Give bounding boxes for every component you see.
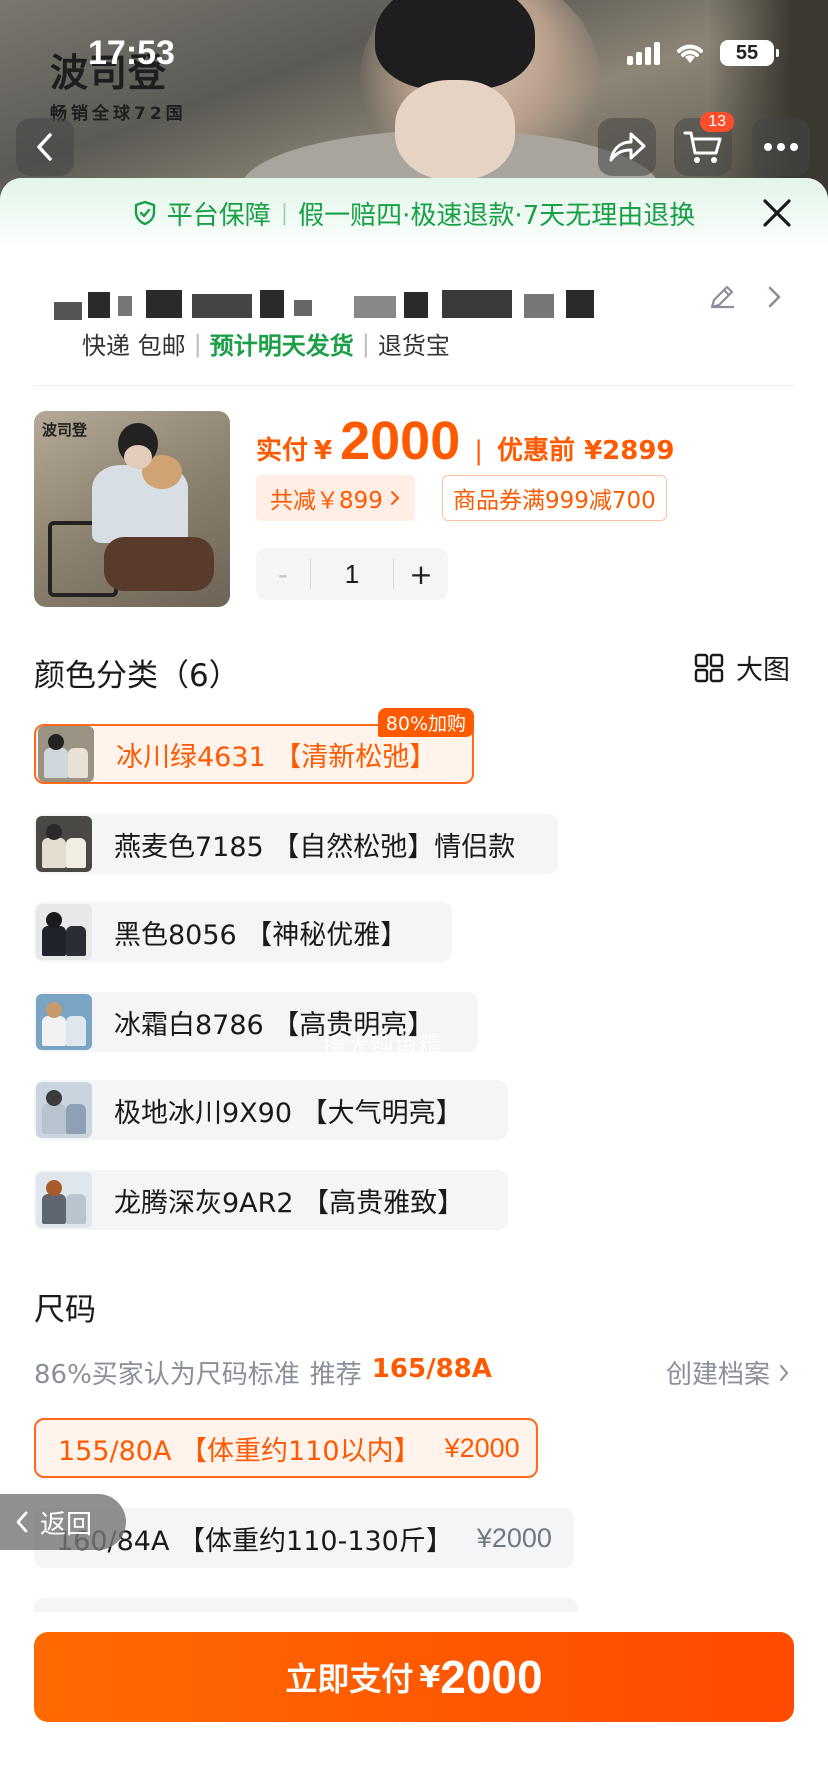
brand-slogan: 畅销全球72国 [50,104,187,124]
color-option-thumbnail [36,1082,92,1138]
guarantee-items: 假一赔四·极速退款·7天无理由退换 [298,200,696,231]
price-sep: | [474,436,484,466]
chevron-right-icon [390,491,400,505]
color-option-thumbnail [38,726,94,782]
status-icons: 55 [627,40,779,66]
cart-button[interactable]: 13 [674,112,734,176]
increase-button[interactable]: + [394,558,448,591]
cart-icon [683,131,722,163]
add-to-cart-rate-badge: 80%加购 [377,708,474,737]
back-button[interactable] [16,118,74,176]
size-option-price: ¥2000 [444,1432,520,1463]
size-option-label: 155/80A 【体重约110以内】 [58,1435,421,1467]
price-amount: 2000 [340,411,461,471]
color-option[interactable]: 龙腾深灰9AR2 【高贵雅致】 [34,1170,508,1230]
color-option[interactable]: 冰川绿4631 【清新松弛】 80%加购 [34,708,474,784]
original-price: 优惠前 ¥2899 [497,436,675,466]
color-option-label: 龙腾深灰9AR2 【高贵雅致】 [114,1187,465,1219]
color-option-thumbnail [36,1172,92,1228]
status-time: 17:53 [88,34,175,72]
color-section-title: 颜色分类（6） [34,658,240,694]
cart-count-badge: 13 [700,112,734,132]
shipping-return-insurance: 退货宝 [377,332,450,360]
floating-back-button[interactable]: 返回 [0,1494,126,1550]
size-option[interactable]: 155/80A 【体重约110以内】 ¥2000 [34,1418,538,1478]
color-option[interactable]: 燕麦色7185 【自然松弛】情侣款 [34,814,558,874]
chevron-left-icon [16,1511,28,1533]
size-tip: 86%买家认为尺码标准 推荐 165/88A [34,1354,492,1391]
hero-hat [375,0,535,90]
product-thumbnail[interactable]: 波司登 [34,411,230,607]
big-image-toggle[interactable]: 大图 [694,648,790,687]
floating-back-label: 返回 [40,1509,93,1540]
discount-tag[interactable]: 共减￥899 [256,475,415,521]
watermark-text: 搜大纯鱼精 [322,1032,442,1060]
size-tip-text: 86%买家认为尺码标准 [34,1360,300,1390]
price-currency: ¥ [314,436,333,466]
create-profile-link[interactable]: 创建档案 [666,1354,790,1391]
pay-button-label: 立即支付 [285,1660,414,1698]
color-option[interactable]: 极地冰川9X90 【大气明亮】 [34,1080,508,1140]
color-option-label: 黑色8056 【神秘优雅】 [114,919,408,951]
size-option-price: ¥2000 [476,1522,552,1553]
shipping-sep: | [193,329,202,358]
pay-button-amount: 2000 [440,1651,543,1703]
shipping-sep: | [361,329,370,358]
address-chevron-icon[interactable] [765,283,785,311]
big-image-label: 大图 [736,655,790,686]
pay-now-button[interactable]: 立即支付 ¥ 2000 [34,1632,794,1722]
color-option-label: 极地冰川9X90 【大气明亮】 [114,1097,463,1129]
address-redacted[interactable] [54,288,654,328]
quantity-stepper: - 1 + [256,548,448,600]
chevron-right-icon [780,1364,789,1381]
size-recommend-label: 推荐 [309,1360,362,1390]
color-option-thumbnail [36,994,92,1050]
color-option[interactable]: 黑色8056 【神秘优雅】 [34,902,452,962]
guarantee-title: 平台保障 [166,200,271,231]
signal-icon [627,41,660,65]
discount-text: 共减￥899 [270,488,383,514]
pay-button-currency: ¥ [419,1659,441,1695]
grid-icon [694,653,724,682]
battery-icon: 55 [720,40,779,66]
shipping-info: 快递 包邮 | 预计明天发货 | 退货宝 [82,326,450,361]
share-icon [609,132,646,162]
hero-face [395,80,515,180]
sku-selection-sheet: 平台保障 | 假一赔四·极速退款·7天无理由退换 快递 包邮 | 预计明天发货 … [0,178,828,1792]
shield-check-icon [134,200,155,226]
price-row: 实付 ¥ 2000 | 优惠前 ¥2899 [256,410,675,472]
pay-label: 实付 [256,436,309,466]
chevron-left-icon [37,133,52,161]
guarantee-separator: | [280,200,289,226]
create-profile-label: 创建档案 [665,1360,770,1390]
close-icon[interactable] [760,196,794,230]
divider [34,385,794,386]
shipping-delivery-estimate: 预计明天发货 [209,332,354,360]
wifi-icon [677,44,703,63]
color-option-thumbnail [36,816,92,872]
edit-address-icon[interactable] [708,283,736,311]
quantity-value[interactable]: 1 [310,559,394,589]
size-section-title: 尺码 [34,1292,96,1328]
color-option-label: 燕麦色7185 【自然松弛】情侣款 [114,831,516,863]
footer-bar: 立即支付 ¥ 2000 [0,1612,828,1792]
size-recommend-value: 165/88A [371,1354,492,1384]
color-option-thumbnail [36,904,92,960]
more-icon [764,143,798,151]
coupon-tag[interactable]: 商品券满999减700 [442,475,667,521]
color-option-label: 冰川绿4631 【清新松弛】 [116,741,437,773]
shipping-express: 快递 包邮 [82,332,186,360]
more-button[interactable] [752,118,810,176]
decrease-button[interactable]: - [256,558,310,591]
platform-guarantee-bar: 平台保障 | 假一赔四·极速退款·7天无理由退换 [0,178,828,248]
share-button[interactable] [598,118,656,176]
